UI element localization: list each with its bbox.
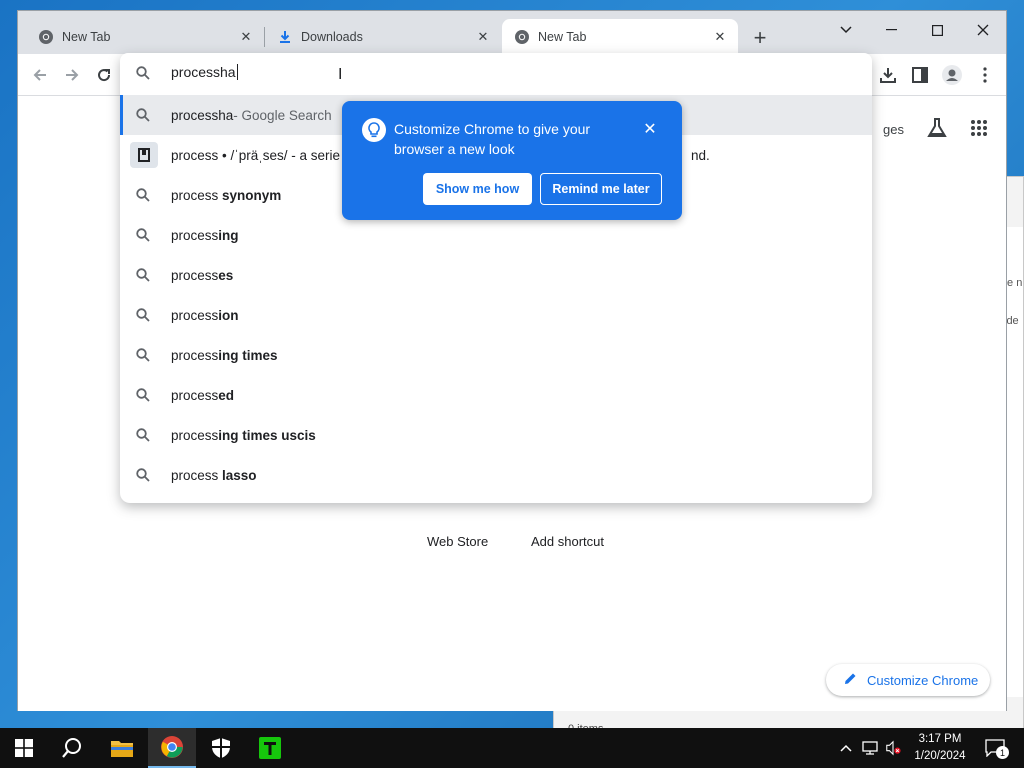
suggestion-item[interactable]: process ed	[120, 375, 872, 415]
network-icon[interactable]	[862, 740, 878, 756]
close-icon[interactable]: ✕	[475, 29, 491, 45]
customize-chrome-label: Customize Chrome	[867, 672, 979, 688]
download-icon	[277, 29, 293, 45]
suggestion-item[interactable]: process ing times uscis	[120, 415, 872, 455]
clock-time: 3:17 PM	[918, 733, 962, 745]
tab-new-tab-active[interactable]: New Tab ✕	[502, 19, 738, 54]
suggestion-completion: lasso	[222, 467, 257, 483]
apps-grid-icon[interactable]	[970, 119, 988, 140]
omnibox-input[interactable]: processha	[171, 64, 238, 80]
omnibox-input-text: processha	[171, 64, 236, 80]
chrome-taskbar-icon[interactable]	[148, 728, 196, 768]
show-me-how-button[interactable]: Show me how	[423, 173, 532, 205]
chrome-icon	[38, 29, 54, 45]
tab-downloads[interactable]: Downloads ✕	[265, 19, 501, 54]
suggestion-suffix: - Google Search	[233, 107, 332, 123]
suggestion-text: processha	[171, 107, 234, 123]
text-editor-app-icon[interactable]	[246, 728, 294, 768]
tab-title: New Tab	[62, 29, 111, 44]
menu-kebab-icon[interactable]	[973, 63, 997, 87]
suggestion-item[interactable]: process ing	[120, 215, 872, 255]
reload-button[interactable]	[92, 63, 116, 87]
notification-badge: 1	[996, 746, 1009, 759]
images-link[interactable]: ges	[883, 122, 904, 137]
chevron-up-icon[interactable]	[838, 740, 854, 756]
suggestion-text: process	[171, 187, 223, 203]
ntp-header-links: ges	[883, 117, 988, 142]
search-taskbar-button[interactable]	[48, 728, 96, 768]
back-button[interactable]	[28, 63, 52, 87]
suggestion-completion: ing times uscis	[218, 427, 316, 443]
shortcut-web-store[interactable]: Web Store	[427, 534, 488, 549]
search-icon	[136, 268, 150, 285]
close-icon[interactable]: ✕	[712, 29, 728, 45]
customize-chrome-promo: Customize Chrome to give your browser a …	[342, 101, 682, 220]
profile-avatar-icon[interactable]	[940, 63, 964, 87]
promo-message: Customize Chrome to give your browser a …	[394, 121, 591, 157]
notification-center-icon[interactable]: 1	[984, 739, 1009, 759]
search-icon	[136, 66, 150, 83]
downloads-icon[interactable]	[876, 63, 900, 87]
suggestion-text: process	[171, 467, 223, 483]
search-icon	[136, 188, 150, 205]
search-icon	[136, 468, 150, 485]
dictionary-icon	[130, 142, 158, 168]
tab-new-tab-1[interactable]: New Tab ✕	[18, 19, 264, 54]
close-window-button[interactable]	[960, 15, 1006, 45]
suggestion-completion: ing	[218, 227, 239, 243]
search-icon	[136, 428, 150, 445]
omnibox[interactable]: processha I	[120, 53, 872, 95]
shortcut-add[interactable]: Add shortcut	[531, 534, 604, 549]
suggestion-item[interactable]: process ing times	[120, 335, 872, 375]
suggestion-completion: ion	[218, 307, 239, 323]
file-explorer-icon[interactable]	[98, 728, 146, 768]
remind-me-later-button[interactable]: Remind me later	[540, 173, 662, 205]
search-icon	[136, 388, 150, 405]
taskbar: 3:17 PM 1/20/2024 1	[0, 728, 1024, 768]
clock-date: 1/20/2024	[914, 750, 966, 762]
suggestion-text: process	[171, 307, 219, 323]
text-caret	[236, 64, 238, 80]
start-button[interactable]	[0, 728, 48, 768]
maximize-button[interactable]	[914, 15, 960, 45]
suggestion-item[interactable]: process ion	[120, 295, 872, 335]
ibeam-cursor-icon: I	[338, 66, 343, 83]
tab-search-chevron-icon[interactable]	[823, 15, 869, 45]
search-icon	[136, 108, 150, 125]
lightbulb-icon	[362, 118, 386, 142]
labs-flask-icon[interactable]	[926, 117, 948, 142]
suggestion-text: process	[171, 347, 219, 363]
minimize-button[interactable]	[868, 15, 914, 45]
suggestion-item[interactable]: process es	[120, 255, 872, 295]
suggestion-completion: ing times	[218, 347, 278, 363]
suggestion-text: process	[171, 427, 219, 443]
suggestion-suffix: nd.	[691, 147, 710, 163]
side-panel-icon[interactable]	[908, 63, 932, 87]
suggestion-text: process	[171, 227, 219, 243]
tab-title: New Tab	[538, 29, 587, 44]
volume-muted-icon[interactable]	[885, 740, 901, 756]
new-tab-button[interactable]: +	[748, 25, 772, 50]
security-shield-icon[interactable]	[197, 728, 245, 768]
customize-chrome-button[interactable]: Customize Chrome	[826, 664, 990, 696]
tab-strip: New Tab ✕ Downloads ✕ New Tab ✕ +	[18, 11, 1006, 54]
suggestion-text: process • /ˈpräˌses/ - a serie	[171, 147, 341, 163]
suggestion-text: process	[171, 267, 219, 283]
suggestion-text: process	[171, 387, 219, 403]
close-icon[interactable]: ✕	[238, 29, 254, 45]
suggestion-completion: synonym	[222, 187, 282, 203]
pencil-icon	[844, 672, 857, 688]
suggestion-completion: es	[218, 267, 234, 283]
forward-button[interactable]	[60, 63, 84, 87]
search-icon	[136, 228, 150, 245]
tab-title: Downloads	[301, 29, 363, 44]
suggestion-completion: ed	[218, 387, 235, 403]
search-icon	[136, 348, 150, 365]
system-clock[interactable]: 3:17 PM 1/20/2024	[900, 731, 980, 765]
search-icon	[136, 308, 150, 325]
close-icon[interactable]: ✕	[640, 119, 660, 139]
suggestion-item[interactable]: process lasso	[120, 455, 872, 495]
chrome-icon	[514, 29, 530, 45]
